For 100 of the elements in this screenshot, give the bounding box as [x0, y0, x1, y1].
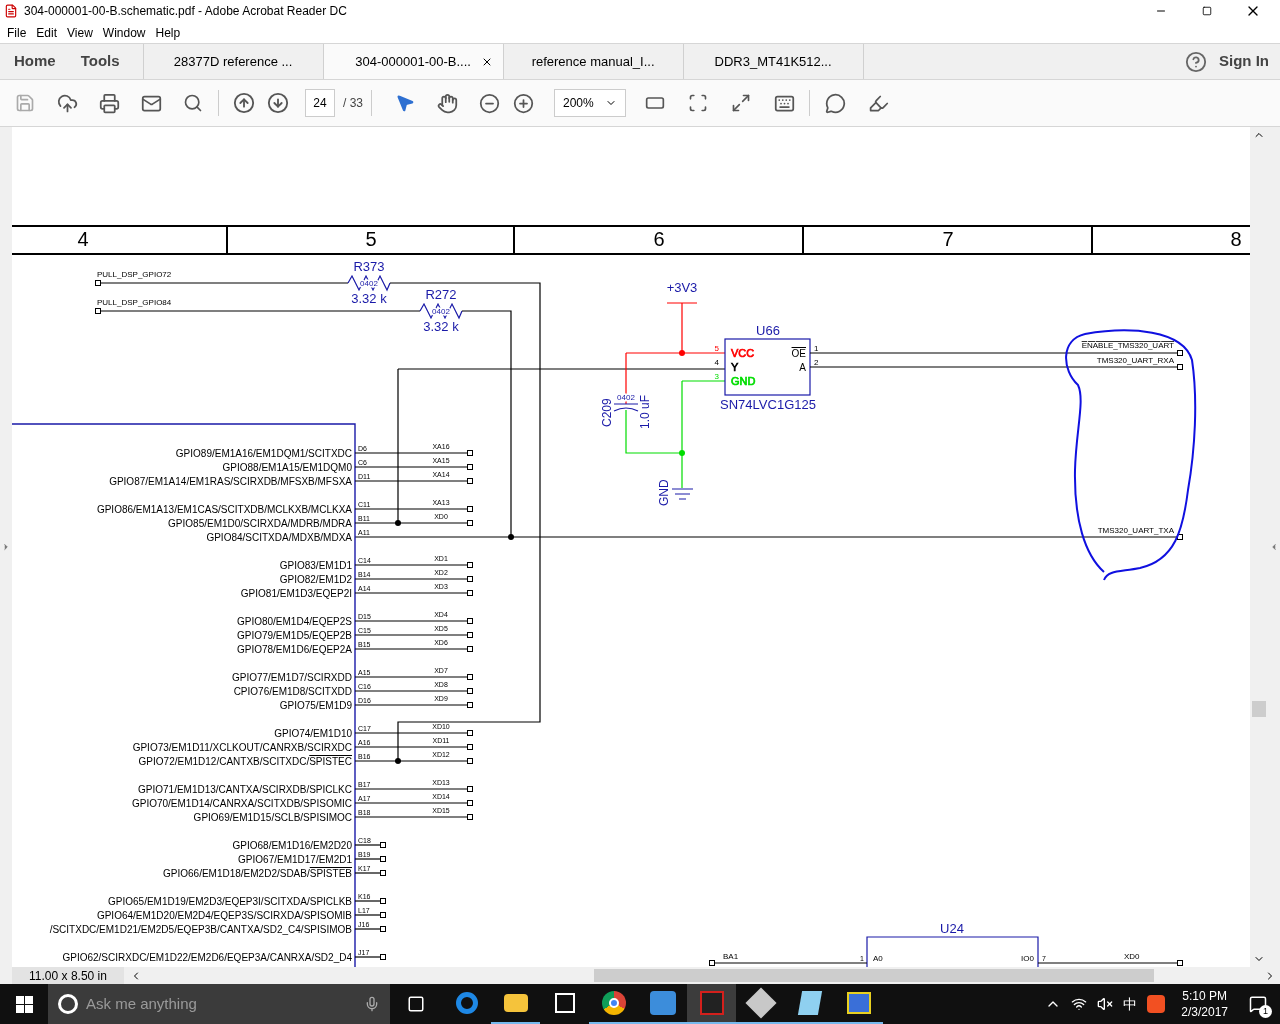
port-marker — [467, 464, 473, 470]
window-title: 304-000001-00-B.schematic.pdf - Adobe Acrobat Reader DC — [24, 3, 347, 20]
pin-label: GPIO77/EM1D7/SCIRXDD — [231, 672, 352, 683]
port-marker — [380, 842, 386, 848]
pin-label: GPIO83/EM1D1 — [279, 560, 352, 571]
pin-label: GPIO68/EM1D16/EM2D20 — [232, 840, 352, 851]
pin-label: CPIO76/EM1D8/SCITXDD — [233, 686, 352, 697]
pin-label: A — [799, 362, 806, 373]
port-marker — [1177, 350, 1183, 356]
pin-number: 4 — [714, 358, 719, 367]
pin-label: Y — [731, 361, 739, 373]
scroll-thumb[interactable] — [1252, 701, 1266, 717]
zone-number: 8 — [1230, 228, 1242, 250]
chip-part-number: SN74LVC1G125 — [720, 397, 816, 412]
nav-tab[interactable]: Home — [0, 44, 67, 79]
pin-number: 2 — [814, 358, 819, 367]
tab-label: 28377D reference ... — [173, 52, 293, 71]
pin-label: GPIO71/EM1D13/CANTXA/SCIRXDB/SPICLKC — [138, 784, 352, 795]
port-marker — [467, 674, 473, 680]
port-marker — [467, 520, 473, 526]
restore-icon — [1202, 6, 1212, 16]
port-marker — [467, 688, 473, 694]
search-placeholder: Ask me anything — [86, 993, 197, 1014]
menu-item[interactable]: View — [62, 23, 98, 42]
net-label: TMS320_UART_TXA — [1097, 526, 1174, 535]
junction-dot — [395, 520, 401, 526]
wifi-icon[interactable] — [1071, 996, 1088, 1012]
junction-dot — [508, 534, 514, 540]
port-marker — [467, 702, 473, 708]
net-label: PULL_DSP_GPIO72 — [97, 270, 172, 279]
pin-label: GPIO75/EM1D9 — [279, 700, 352, 711]
resistor-ref: R272 — [425, 287, 457, 302]
resistor-ref: R373 — [353, 259, 385, 274]
scroll-thumb[interactable] — [594, 969, 1154, 982]
port-marker — [95, 308, 101, 314]
menu-item[interactable]: Help — [150, 23, 186, 42]
windows-logo-icon — [15, 995, 33, 1013]
taskbar-app[interactable] — [687, 984, 736, 1024]
tab-label: 304-000001-00-B.... — [355, 52, 471, 71]
notification-count: 1 — [1259, 1005, 1272, 1018]
microphone-icon[interactable] — [364, 996, 380, 1012]
pin-number: 1 — [814, 344, 819, 353]
nav-tab[interactable]: Tools — [66, 44, 131, 79]
clock[interactable]: 5:10 PM 2/3/2017 — [1175, 988, 1234, 1020]
junction-dot — [395, 758, 401, 764]
expand-panel-icon[interactable] — [1269, 542, 1279, 552]
input-method-indicator[interactable]: 中 — [1123, 993, 1138, 1015]
pin-label: VCC — [731, 347, 755, 359]
menu-item[interactable]: Window — [97, 23, 151, 42]
notification-button[interactable]: 1 — [1244, 990, 1272, 1018]
pin-label: GPIO62/SCIRXDC/EM1D22/EM2D6/EQEP3A/CANRXA/SD2_D4 — [62, 952, 352, 963]
document-tab[interactable]: 304-000001-00-B.... — [323, 44, 504, 79]
pin-label: GPIO69/EM1D15/SCLB/SPISIMOC — [193, 812, 352, 823]
tab-label: reference manual_I... — [531, 52, 655, 71]
pin-label: GPIO80/EM1D4/EQEP2S — [236, 616, 352, 627]
pin-label: GPIO73/EM1D11/XCLKOUT/CANRXB/SCIRXDC — [132, 742, 352, 753]
pin-label: GPIO79/EM1D5/EQEP2B — [236, 630, 352, 641]
menu-item[interactable]: Edit — [31, 23, 63, 42]
junction-dot — [679, 450, 685, 456]
muted-speaker-icon[interactable] — [1097, 996, 1114, 1012]
expand-panel-icon[interactable] — [1, 542, 11, 552]
port-marker — [467, 814, 473, 820]
pin-label: GPIO88/EM1A15/EM1DQM0 — [222, 462, 352, 473]
pin-label: GPIO87/EM1A14/EM1RAS/SCIRXDB/MFSXB/MFSXA — [109, 476, 352, 487]
page-count: / 33 — [343, 95, 363, 112]
port-marker — [467, 744, 473, 750]
port-marker — [467, 730, 473, 736]
chip-ref: U24 — [940, 921, 964, 936]
port-marker — [467, 478, 473, 484]
capacitor-value: 1.0 uF — [638, 394, 652, 429]
ground-symbol — [671, 488, 694, 500]
port-marker — [467, 758, 473, 764]
port-marker — [467, 632, 473, 638]
pin-label: OE — [791, 348, 806, 359]
zone-number: 4 — [77, 228, 89, 250]
zone-number: 7 — [942, 228, 954, 250]
pin-label: GPIO84/SCITXDA/MDXB/MDXA — [206, 532, 352, 543]
pin-label: GPIO81/EM1D3/EQEP2I — [240, 588, 352, 599]
menu-item[interactable]: File — [2, 23, 32, 42]
pin-label: /SCITXDC/EM1D21/EM2D5/EQEP3B/CANTXA/SD2_C4/SPISIMOB — [49, 924, 352, 935]
port-marker — [1177, 534, 1183, 540]
zone-number: 5 — [365, 228, 377, 250]
port-marker — [467, 450, 473, 456]
net-label: XD0 — [1124, 952, 1140, 961]
port-marker — [380, 856, 386, 862]
sign-in-button[interactable]: Sign In — [1219, 50, 1269, 73]
capacitor-ref: C209 — [600, 398, 614, 427]
zoom-dropdown[interactable]: 200% — [554, 89, 626, 117]
page-number-field[interactable]: 24 — [305, 89, 335, 117]
search-box[interactable]: Ask me anything — [48, 984, 390, 1024]
port-marker — [380, 870, 386, 876]
clock-time: 5:10 PM — [1182, 988, 1227, 1004]
port-marker — [380, 898, 386, 904]
pin-number: 5 — [714, 344, 719, 353]
tab-label: DDR3_MT41K512... — [714, 52, 832, 71]
port-marker — [467, 618, 473, 624]
ground-label: GND — [657, 479, 671, 506]
pin-label: GPIO89/EM1A16/EM1DQM1/SCITXDC — [175, 448, 352, 459]
help-icon[interactable] — [1185, 50, 1207, 73]
pin-label: GPIO74/EM1D10 — [274, 728, 352, 739]
